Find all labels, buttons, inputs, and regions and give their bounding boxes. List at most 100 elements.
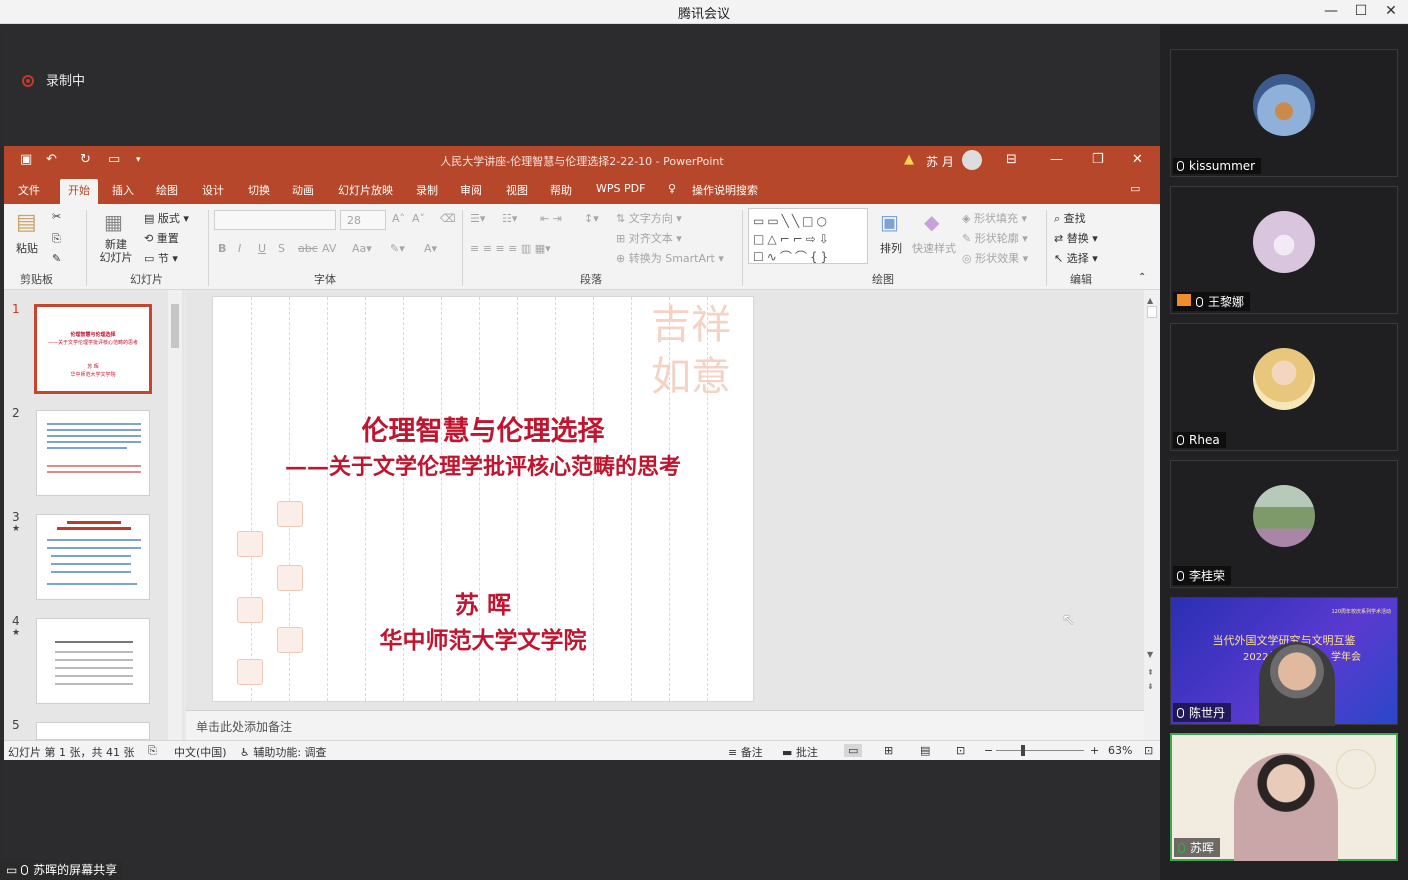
slide-sorter-icon[interactable]: ⊞ bbox=[884, 744, 893, 757]
slide-thumb-4[interactable] bbox=[36, 618, 150, 704]
copy-icon[interactable]: ⎘ bbox=[52, 232, 61, 246]
find-button[interactable]: ⌕ 查找 bbox=[1054, 210, 1086, 226]
tab-wps-pdf[interactable]: WPS PDF bbox=[596, 182, 645, 195]
arrange-button[interactable]: 排列 bbox=[880, 240, 902, 256]
tab-view[interactable]: 视图 bbox=[506, 182, 528, 198]
tell-me-search[interactable]: 操作说明搜索 bbox=[692, 182, 758, 198]
section-button[interactable]: ▭ 节 ▾ bbox=[144, 250, 178, 266]
format-painter-icon[interactable]: ✎ bbox=[52, 252, 61, 265]
tab-transitions[interactable]: 切换 bbox=[248, 182, 270, 198]
change-case-icon[interactable]: Aa▾ bbox=[352, 242, 372, 255]
italic-icon[interactable]: I bbox=[238, 242, 241, 255]
participant-tile-2[interactable]: 王黎娜 bbox=[1170, 186, 1398, 314]
font-size-field[interactable]: 28 bbox=[340, 210, 386, 230]
paste-button[interactable]: 粘贴 bbox=[16, 240, 38, 256]
current-slide[interactable]: 吉祥 如意 伦理智慧与伦理选择 ——关于文学伦理学批评核心范畴的思考 苏 晖 华中… bbox=[212, 296, 754, 702]
slide-thumb-1[interactable]: 伦理智慧与伦理选择 ——关于文学伦理学批评核心范畴的思考 苏 晖 华中师范大学文… bbox=[34, 304, 152, 394]
tab-file[interactable]: 文件 bbox=[18, 182, 40, 198]
tab-slideshow[interactable]: 幻灯片放映 bbox=[338, 182, 393, 198]
ribbon-display-icon[interactable]: ⊟ bbox=[1006, 152, 1017, 167]
warning-icon[interactable]: ▲ bbox=[904, 152, 914, 167]
align-text-button[interactable]: ⊞ 对齐文本 ▾ bbox=[616, 230, 682, 246]
font-name-field[interactable] bbox=[214, 210, 336, 230]
slideshow-icon[interactable]: ⊡ bbox=[956, 744, 965, 757]
participant-tile-4[interactable]: 李桂荣 bbox=[1170, 460, 1398, 588]
char-spacing-icon[interactable]: AV bbox=[322, 242, 336, 255]
accessibility-status[interactable]: ♿ 辅助功能: 调查 bbox=[240, 744, 327, 760]
participant-tile-5[interactable]: 120周年校庆系列学术活动 当代外国文学研究与文明互鉴 2022年 学年会 陈世… bbox=[1170, 597, 1398, 726]
layout-button[interactable]: ▤ 版式 ▾ bbox=[144, 210, 189, 226]
ppt-minimize-icon[interactable]: — bbox=[1050, 152, 1063, 167]
normal-view-icon[interactable]: ▭ bbox=[844, 744, 863, 757]
user-avatar[interactable] bbox=[962, 150, 982, 170]
shape-fill-button[interactable]: ◈ 形状填充 ▾ bbox=[962, 210, 1027, 226]
shapes-gallery[interactable]: ▭▭╲╲□○ □△⌐⌐⇨⇩ ☐∿⌒⌒{} bbox=[748, 208, 868, 264]
shadow-icon[interactable]: S bbox=[278, 242, 285, 255]
tab-draw[interactable]: 绘图 bbox=[156, 182, 178, 198]
fit-slide-icon[interactable]: ⊡ bbox=[1144, 744, 1153, 757]
close-button[interactable]: ✕ bbox=[1376, 0, 1406, 24]
tab-record[interactable]: 录制 bbox=[416, 182, 438, 198]
zoom-slider-thumb[interactable] bbox=[1021, 745, 1025, 756]
tab-review[interactable]: 审阅 bbox=[460, 182, 482, 198]
reading-view-icon[interactable]: ▤ bbox=[920, 744, 930, 757]
paste-icon[interactable]: ▤ bbox=[16, 210, 37, 235]
collapse-ribbon-icon[interactable]: ⌃ bbox=[1138, 272, 1146, 283]
reset-button[interactable]: ⟲ 重置 bbox=[144, 230, 179, 246]
ppt-close-icon[interactable]: ✕ bbox=[1132, 152, 1143, 167]
scroll-thumb[interactable] bbox=[171, 304, 179, 348]
user-name[interactable]: 苏 月 bbox=[926, 153, 954, 170]
participant-tile-1[interactable]: kissummer bbox=[1170, 49, 1398, 177]
align-icons[interactable]: ≡ ≡ ≡ ≡ ▥ ▦▾ bbox=[470, 242, 551, 255]
bullets-icon[interactable]: ☰▾ bbox=[470, 212, 485, 225]
line-spacing-icon[interactable]: ↕▾ bbox=[584, 212, 599, 225]
scroll-up-icon[interactable]: ▲ bbox=[1147, 296, 1153, 305]
prev-slide-icon[interactable]: ⇞ bbox=[1147, 668, 1154, 677]
tab-animations[interactable]: 动画 bbox=[292, 182, 314, 198]
strikethrough-icon[interactable]: abc bbox=[298, 242, 318, 255]
quick-styles-icon[interactable]: ◆ bbox=[924, 210, 939, 234]
participant-tile-3[interactable]: Rhea bbox=[1170, 323, 1398, 451]
numbering-icon[interactable]: ☷▾ bbox=[502, 212, 517, 225]
notes-pane[interactable]: 单击此处添加备注 bbox=[186, 710, 1144, 740]
tab-help[interactable]: 帮助 bbox=[550, 182, 572, 198]
zoom-out-icon[interactable]: − bbox=[984, 744, 993, 757]
notes-button[interactable]: ≡ 备注 bbox=[728, 744, 763, 760]
cut-icon[interactable]: ✂ bbox=[52, 210, 61, 223]
bold-icon[interactable]: B bbox=[218, 242, 226, 255]
underline-icon[interactable]: U bbox=[258, 242, 266, 255]
thumbnail-scrollbar[interactable] bbox=[168, 290, 182, 740]
zoom-level[interactable]: 63% bbox=[1108, 744, 1132, 757]
minimize-button[interactable]: — bbox=[1316, 0, 1346, 24]
scroll-down-icon[interactable]: ▼ bbox=[1147, 650, 1153, 659]
grow-font-icon[interactable]: A˄ bbox=[392, 212, 405, 225]
shrink-font-icon[interactable]: A˅ bbox=[412, 212, 425, 225]
zoom-slider[interactable] bbox=[996, 750, 1084, 751]
ppt-restore-icon[interactable]: ❐ bbox=[1092, 152, 1104, 167]
slide-scrollbar[interactable]: ▲ ▼ ⇞ ⇟ bbox=[1144, 290, 1160, 740]
spellcheck-icon[interactable]: ⎘ bbox=[148, 744, 157, 758]
comments-button[interactable]: ▬ 批注 bbox=[782, 744, 818, 760]
quick-styles-button[interactable]: 快速样式 bbox=[912, 240, 956, 256]
slide-thumb-2[interactable] bbox=[36, 410, 150, 496]
zoom-in-icon[interactable]: + bbox=[1090, 744, 1099, 757]
scroll-thumb-right[interactable] bbox=[1147, 306, 1157, 318]
tab-home[interactable]: 开始 bbox=[60, 179, 98, 204]
smartart-button[interactable]: ⊕ 转换为 SmartArt ▾ bbox=[616, 250, 724, 266]
tab-insert[interactable]: 插入 bbox=[112, 182, 134, 198]
tab-design[interactable]: 设计 bbox=[202, 182, 224, 198]
highlight-icon[interactable]: ✎▾ bbox=[390, 242, 405, 255]
replace-button[interactable]: ⇄ 替换 ▾ bbox=[1054, 230, 1098, 246]
shape-effects-button[interactable]: ◎ 形状效果 ▾ bbox=[962, 250, 1028, 266]
select-button[interactable]: ↖ 选择 ▾ bbox=[1054, 250, 1098, 266]
slide-thumb-3[interactable] bbox=[36, 514, 150, 600]
participant-tile-6-active-speaker[interactable]: 苏晖 bbox=[1170, 733, 1398, 861]
arrange-icon[interactable]: ▣ bbox=[880, 210, 899, 234]
font-color-icon[interactable]: A▾ bbox=[424, 242, 437, 255]
language[interactable]: 中文(中国) bbox=[174, 744, 227, 760]
new-slide-icon[interactable]: ▦ bbox=[104, 210, 123, 234]
new-slide-button[interactable]: 新建 幻灯片 bbox=[96, 238, 136, 264]
indent-icon[interactable]: ⇤ ⇥ bbox=[540, 212, 562, 225]
clear-format-icon[interactable]: ⌫ bbox=[440, 212, 456, 225]
shape-outline-button[interactable]: ✎ 形状轮廓 ▾ bbox=[962, 230, 1028, 246]
